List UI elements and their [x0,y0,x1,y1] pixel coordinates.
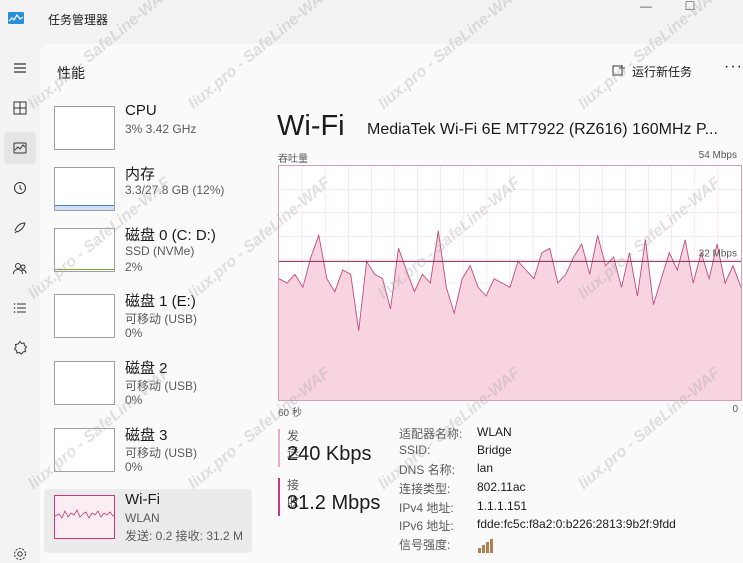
send-indicator [278,429,280,467]
device-usage: 发送: 0.2 接收: 31.2 M [125,529,244,543]
title-bar: 任务管理器 — ☐ [0,0,743,40]
processes-icon[interactable] [4,92,36,124]
wifi-thumbnail-line [55,509,114,519]
run-new-task-button[interactable]: 运行新任务 [612,61,692,81]
device-item-disk-1[interactable]: 磁盘 1 (E:) 可移动 (USB) 0% [44,288,252,352]
adapter-description: MediaTek Wi-Fi 6E MT7922 (RZ616) 160MHz … [367,121,718,138]
device-usage: 0% [125,460,143,474]
property-key: SSID: [399,443,431,457]
reference-line-label: 32 Mbps [699,248,737,259]
device-detail: 3.3/27.8 GB (12%) [125,183,225,197]
property-key: 信号强度: [399,538,451,552]
property-value: fdde:fc5c:f8a2:0:b226:2813:9b2f:9fdd [477,517,676,531]
device-detail: WLAN [125,511,160,525]
device-name: 磁盘 1 (E:) [125,293,196,310]
run-new-task-label: 运行新任务 [632,64,693,79]
time-axis-label: 60 秒 [278,408,302,419]
device-detail: 3% 3.42 GHz [125,122,197,136]
device-name: 磁盘 2 [125,360,168,377]
content-area: 性能 运行新任务 ··· CPU 3% 3.42 GHz 内存 3.3/27.8… [40,44,743,563]
run-task-icon [612,65,625,76]
device-name: 磁盘 0 (C: D:) [125,227,216,244]
device-item-memory[interactable]: 内存 3.3/27.8 GB (12%) [44,161,252,225]
device-item-disk-0[interactable]: 磁盘 0 (C: D:) SSD (NVMe) 2% [44,222,252,286]
property-key: DNS 名称: [399,463,456,477]
receive-value: 31.2 Mbps [287,492,381,514]
settings-icon[interactable] [4,538,36,563]
disk3-thumbnail-graph [54,428,115,472]
property-key: 适配器名称: [399,427,463,441]
signal-strength-icon [478,539,493,553]
device-usage: 0% [125,393,143,407]
startup-apps-icon[interactable] [4,212,36,244]
disk2-thumbnail-graph [54,361,115,405]
task-manager-app-icon [8,12,24,24]
device-item-disk-3[interactable]: 磁盘 3 可移动 (USB) 0% [44,422,252,486]
minimize-button[interactable]: — [626,0,666,14]
device-name: 磁盘 3 [125,427,168,444]
disk0-thumbnail-graph [54,228,115,272]
cpu-thumbnail-graph [54,106,115,150]
device-item-cpu[interactable]: CPU 3% 3.42 GHz [44,100,252,164]
property-key: 连接类型: [399,482,451,496]
navigation-rail [0,48,40,563]
device-name: CPU [125,102,157,119]
performance-icon[interactable] [4,132,36,164]
device-usage: 0% [125,326,143,340]
maximize-button[interactable]: ☐ [670,0,710,14]
app-history-icon[interactable] [4,172,36,204]
device-item-disk-2[interactable]: 磁盘 2 可移动 (USB) 0% [44,355,252,419]
property-value: Bridge [477,443,512,457]
device-name: 内存 [125,166,156,183]
time-axis-zero-label: 0 [732,404,738,415]
more-options-button[interactable]: ··· [724,58,743,76]
property-value: 1.1.1.151 [477,499,528,513]
send-value: 240 Kbps [287,443,372,465]
throughput-graph-svg: 32 Mbps [278,166,742,400]
device-detail: 可移动 (USB) [125,446,198,460]
details-icon[interactable] [4,292,36,324]
property-key: IPv6 地址: [399,519,454,533]
menu-icon[interactable] [4,52,36,84]
users-icon[interactable] [4,252,36,284]
services-icon[interactable] [4,332,36,364]
page-title: 性能 [57,65,85,81]
receive-indicator [278,478,280,516]
device-usage: 2% [125,260,143,274]
device-detail: 可移动 (USB) [125,379,198,393]
throughput-axis-label: 吞吐量 [278,154,308,165]
disk1-thumbnail-graph [54,294,115,338]
wifi-thumbnail-graph [54,495,115,539]
window-title: 任务管理器 [48,13,109,27]
property-value: lan [477,461,494,475]
device-detail: SSD (NVMe) [125,244,195,258]
property-value: WLAN [477,425,512,439]
device-detail: 可移动 (USB) [125,312,198,326]
memory-thumbnail-graph [54,167,115,211]
throughput-graph: 32 Mbps [278,165,742,401]
property-key: IPv4 地址: [399,501,454,515]
adapter-title: Wi-Fi [277,110,345,142]
graph-max-label: 54 Mbps [698,150,737,161]
property-value: 802.11ac [477,480,526,494]
device-item-wifi[interactable]: Wi-Fi WLAN 发送: 0.2 接收: 31.2 M [44,489,252,553]
device-name: Wi-Fi [125,491,160,508]
